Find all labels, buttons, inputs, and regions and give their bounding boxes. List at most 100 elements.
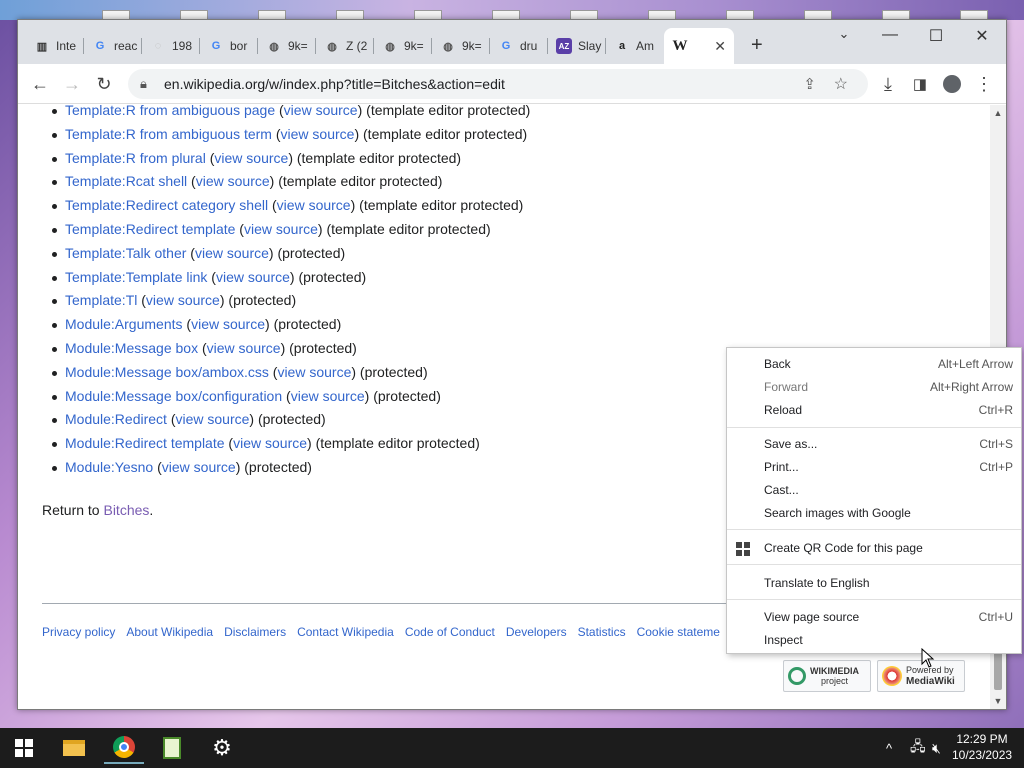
tab-search-icon[interactable]: ⌄	[824, 26, 864, 42]
footer-link[interactable]: Contact Wikipedia	[297, 625, 394, 639]
browser-tab[interactable]: G reac	[84, 28, 142, 64]
view-source-link[interactable]: view source	[277, 364, 351, 380]
close-tab-icon[interactable]: ✕	[714, 38, 726, 55]
view-source-link[interactable]: view source	[233, 435, 307, 451]
view-source-link[interactable]: view source	[214, 150, 288, 166]
tray-chevron-icon[interactable]: ^	[886, 728, 892, 768]
menu-item-label: Save as...	[764, 437, 818, 451]
browser-tab[interactable]: ◍ Z (2	[316, 28, 374, 64]
bookmark-star-icon[interactable]: ☆	[834, 74, 848, 94]
view-source-link[interactable]: view source	[284, 105, 358, 118]
spreadsheet-icon[interactable]	[152, 732, 192, 764]
close-window-button[interactable]: ✕	[962, 26, 1002, 46]
browser-tab[interactable]: ◌ 198	[142, 28, 200, 64]
address-bar[interactable]: 🔒︎ en.wikipedia.org/w/index.php?title=Bi…	[128, 69, 868, 99]
footer-link[interactable]: Developers	[506, 625, 567, 639]
view-source-link[interactable]: view source	[216, 269, 290, 285]
reload-icon[interactable]: ↻	[92, 72, 116, 96]
chrome-icon[interactable]	[104, 732, 144, 764]
return-link[interactable]: Bitches	[103, 502, 149, 518]
settings-icon[interactable]: ⚙	[202, 732, 242, 764]
side-panel-icon[interactable]: ◨	[908, 72, 932, 96]
template-link[interactable]: Module:Message box	[65, 340, 198, 356]
browser-tab[interactable]: ◍ 9k=	[258, 28, 316, 64]
view-source-link[interactable]: view source	[162, 459, 236, 475]
share-icon[interactable]: ⇪	[803, 75, 816, 93]
view-source-link[interactable]: view source	[191, 316, 265, 332]
browser-tab[interactable]: ▥ Inte	[26, 28, 84, 64]
menu-item-translate[interactable]: Translate to English	[727, 572, 1021, 595]
network-icon[interactable]: 🖧︎	[910, 728, 926, 768]
template-link[interactable]: Template:Talk other	[65, 245, 186, 261]
template-link[interactable]: Template:Rcat shell	[65, 173, 187, 189]
menu-item-label: Print...	[764, 460, 799, 474]
browser-tab[interactable]: G dru	[490, 28, 548, 64]
footer-link[interactable]: Statistics	[578, 625, 626, 639]
menu-item-search-images[interactable]: Search images with Google	[727, 502, 1021, 525]
scroll-down-arrow-icon[interactable]: ▼	[990, 693, 1006, 709]
list-item: Module:Arguments (view source) (protecte…	[44, 313, 530, 337]
template-link[interactable]: Template:Redirect template	[65, 221, 235, 237]
browser-tab[interactable]: G bor	[200, 28, 258, 64]
protection-status: (template editor protected)	[296, 149, 462, 166]
browser-tab[interactable]: AZ Slay	[548, 28, 606, 64]
template-link[interactable]: Template:Template link	[65, 269, 207, 285]
maximize-button[interactable]: ☐	[916, 26, 956, 46]
menu-item-print[interactable]: Print... Ctrl+P	[727, 456, 1021, 479]
download-icon[interactable]: ⤓	[876, 72, 900, 96]
minimize-button[interactable]: —	[870, 26, 910, 44]
menu-divider	[727, 599, 1021, 600]
template-link[interactable]: Module:Message box/configuration	[65, 388, 282, 404]
template-link[interactable]: Template:R from ambiguous term	[65, 126, 272, 142]
template-link[interactable]: Template:Tl	[65, 292, 137, 308]
footer-link[interactable]: About Wikipedia	[126, 625, 213, 639]
menu-item-back[interactable]: Back Alt+Left Arrow	[727, 353, 1021, 376]
view-source-link[interactable]: view source	[277, 197, 351, 213]
menu-item-save-as[interactable]: Save as... Ctrl+S	[727, 433, 1021, 456]
browser-tab-active[interactable]: W ✕	[664, 28, 734, 64]
template-link[interactable]: Module:Redirect template	[65, 435, 225, 451]
scroll-up-arrow-icon[interactable]: ▲	[990, 105, 1006, 121]
lock-icon[interactable]: 🔒︎	[140, 76, 156, 92]
new-tab-button[interactable]: +	[751, 34, 763, 57]
browser-tab[interactable]: ◍ 9k=	[374, 28, 432, 64]
footer-link[interactable]: Privacy policy	[42, 625, 115, 639]
template-link[interactable]: Module:Message box/ambox.css	[65, 364, 269, 380]
view-source-link[interactable]: view source	[196, 173, 270, 189]
file-explorer-icon[interactable]	[54, 732, 94, 764]
footer-link[interactable]: Cookie stateme	[637, 625, 720, 639]
menu-item-cast[interactable]: Cast...	[727, 479, 1021, 502]
volume-muted-icon[interactable]: 🔇︎	[932, 728, 941, 768]
menu-item-reload[interactable]: Reload Ctrl+R	[727, 399, 1021, 422]
template-link[interactable]: Module:Arguments	[65, 316, 183, 332]
system-clock[interactable]: 12:29 PM 10/23/2023	[952, 731, 1012, 763]
view-source-link[interactable]: view source	[281, 126, 355, 142]
template-link[interactable]: Template:R from ambiguous page	[65, 105, 275, 118]
forward-arrow-icon[interactable]: →	[60, 72, 84, 96]
template-link[interactable]: Template:R from plural	[65, 150, 206, 166]
browser-tab[interactable]: a Am	[606, 28, 664, 64]
view-source-link[interactable]: view source	[207, 340, 281, 356]
view-source-link[interactable]: view source	[176, 411, 250, 427]
menu-item-create-qr[interactable]: Create QR Code for this page	[727, 537, 1021, 560]
back-arrow-icon[interactable]: ←	[28, 72, 52, 96]
menu-item-inspect[interactable]: Inspect	[727, 629, 1021, 652]
template-link[interactable]: Module:Yesno	[65, 459, 153, 475]
menu-item-forward[interactable]: Forward Alt+Right Arrow	[727, 376, 1021, 399]
view-source-link[interactable]: view source	[195, 245, 269, 261]
browser-tab[interactable]: ◍ 9k=	[432, 28, 490, 64]
template-link[interactable]: Template:Redirect category shell	[65, 197, 268, 213]
footer-link[interactable]: Disclaimers	[224, 625, 286, 639]
wikimedia-badge[interactable]: WIKIMEDIA project	[783, 660, 871, 692]
view-source-link[interactable]: view source	[244, 221, 318, 237]
footer-link[interactable]: Code of Conduct	[405, 625, 495, 639]
menu-item-view-source[interactable]: View page source Ctrl+U	[727, 606, 1021, 629]
menu-kebab-icon[interactable]: ⋮	[972, 72, 996, 96]
view-source-link[interactable]: view source	[146, 292, 220, 308]
profile-avatar-icon[interactable]	[940, 72, 964, 96]
view-source-link[interactable]: view source	[291, 388, 365, 404]
template-link[interactable]: Module:Redirect	[65, 411, 167, 427]
tab-label: 198	[172, 39, 193, 53]
url-text[interactable]: en.wikipedia.org/w/index.php?title=Bitch…	[164, 76, 505, 92]
start-icon[interactable]	[4, 732, 44, 764]
